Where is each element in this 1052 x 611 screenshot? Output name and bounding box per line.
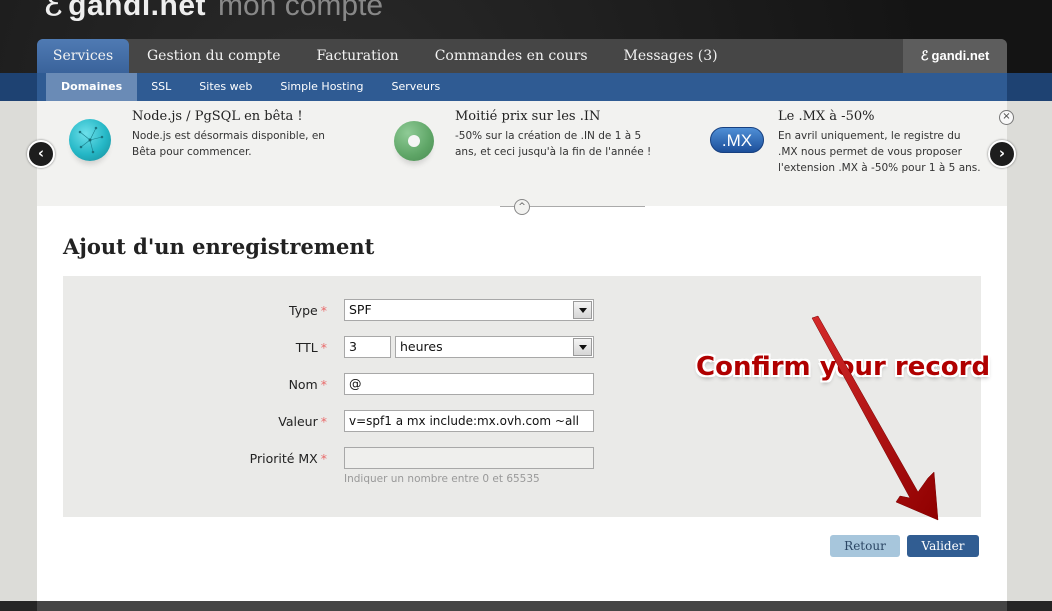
brand-name: gandi.net [68,0,207,22]
promo-title: Le .MX à -50% [778,109,875,124]
green-ring-icon [394,121,434,161]
subnav-domaines[interactable]: Domaines [46,73,138,101]
promo-prev-button[interactable]: ‹ [27,140,55,168]
tab-services[interactable]: Services [37,39,129,73]
required-marker: * [320,414,327,429]
promo-text: Node.js est désormais disponible, en Bêt… [132,130,325,158]
valider-button[interactable]: Valider [907,535,979,557]
right-gutter [1007,101,1052,601]
main-nav: Services Gestion du compte Facturation C… [37,39,1007,73]
subnav-sites-web[interactable]: Sites web [185,73,266,101]
required-marker: * [320,340,327,355]
chevron-up-icon: ^ [518,202,526,212]
dropdown-arrow-icon[interactable] [573,338,592,356]
nodejs-globe-icon [69,119,111,161]
subnav-simple-hosting[interactable]: Simple Hosting [266,73,377,101]
promo-title: Node.js / PgSQL en bêta ! [132,109,303,124]
type-label: Type * [289,303,327,318]
form-row-priorite-mx: Priorité MX * [63,447,981,471]
form-row-valeur: Valeur * v=spf1 a mx include:mx.ovh.com ~… [63,410,981,434]
promo-title: Moitié prix sur les .IN [455,109,601,124]
left-gutter [0,101,37,601]
chevron-right-icon: › [998,144,1006,162]
main-content: ^ Ajout d'un enregistrement Type * SPF TT… [37,199,1007,601]
retour-button[interactable]: Retour [830,535,900,557]
gandi-home-label: gandi.net [931,48,990,63]
tab-messages[interactable]: Messages (3) [606,39,736,73]
type-select-value: SPF [349,302,372,317]
ttl-unit-value: heures [400,339,443,354]
tab-gestion-du-compte[interactable]: Gestion du compte [129,39,299,73]
mx-badge-icon: .MX [710,127,764,153]
type-label-text: Type [289,303,318,318]
valeur-input[interactable]: v=spf1 a mx include:mx.ovh.com ~all [344,410,594,432]
close-icon: × [1002,111,1011,122]
sub-nav: Domaines SSL Sites web Simple Hosting Se… [37,73,1007,101]
ttl-label-text: TTL [295,340,318,355]
header: ℰ gandi.net mon compte [0,0,1052,40]
tab-commandes-en-cours[interactable]: Commandes en cours [417,39,606,73]
priorite-mx-hint: Indiquer un nombre entre 0 et 65535 [344,473,540,485]
footer-band [0,601,1052,611]
form-row-type: Type * SPF [63,299,981,323]
gandi-logo-icon: ℰ [44,0,63,23]
subnav-ssl[interactable]: SSL [137,73,185,101]
dropdown-arrow-icon[interactable] [573,301,592,319]
promo-close-button[interactable]: × [999,110,1014,125]
subnav-serveurs[interactable]: Serveurs [378,73,455,101]
priorite-mx-label: Priorité MX * [250,451,327,466]
gandi-icon: ℰ [920,49,929,64]
promo-collapse-button[interactable]: ^ [514,199,530,215]
chevron-left-icon: ‹ [37,144,45,162]
gandi-home-link[interactable]: ℰgandi.net [903,39,1007,73]
page-title: Ajout d'un enregistrement [63,234,375,259]
footer-inner [37,601,1007,611]
promo-text: En avril uniquement, le registre du .MX … [778,130,981,174]
nom-label-text: Nom [288,377,318,392]
promo-item[interactable]: Node.js / PgSQL en bêta ! Node.js est dé… [132,109,332,160]
nom-label: Nom * [289,377,327,392]
promo-item[interactable]: Moitié prix sur les .IN -50% sur la créa… [455,109,655,160]
tab-facturation[interactable]: Facturation [299,39,417,73]
promo-next-button[interactable]: › [988,140,1016,168]
gandi-logo[interactable]: ℰ gandi.net mon compte [44,0,383,23]
required-marker: * [320,377,327,392]
promo-text: -50% sur la création de .IN de 1 à 5 ans… [455,130,652,158]
valeur-label-text: Valeur [278,414,318,429]
nom-input[interactable]: @ [344,373,594,395]
priorite-mx-input[interactable] [344,447,594,469]
promo-carousel: Node.js / PgSQL en bêta ! Node.js est dé… [37,101,1007,206]
type-select[interactable]: SPF [344,299,594,321]
ttl-label: TTL * [296,340,327,355]
required-marker: * [320,451,327,466]
ttl-unit-select[interactable]: heures [395,336,594,358]
valeur-label: Valeur * [278,414,327,429]
ttl-input[interactable]: 3 [344,336,391,358]
record-form: Type * SPF TTL * 3 heures Nom * @ Valeur * v… [63,276,990,517]
priorite-mx-label-text: Priorité MX [249,451,318,466]
annotation-text: Confirm your record [696,352,991,382]
promo-item[interactable]: Le .MX à -50% En avril uniquement, le re… [778,109,983,176]
header-subtitle: mon compte [218,0,384,22]
network-lines-icon [78,126,104,154]
required-marker: * [320,303,327,318]
